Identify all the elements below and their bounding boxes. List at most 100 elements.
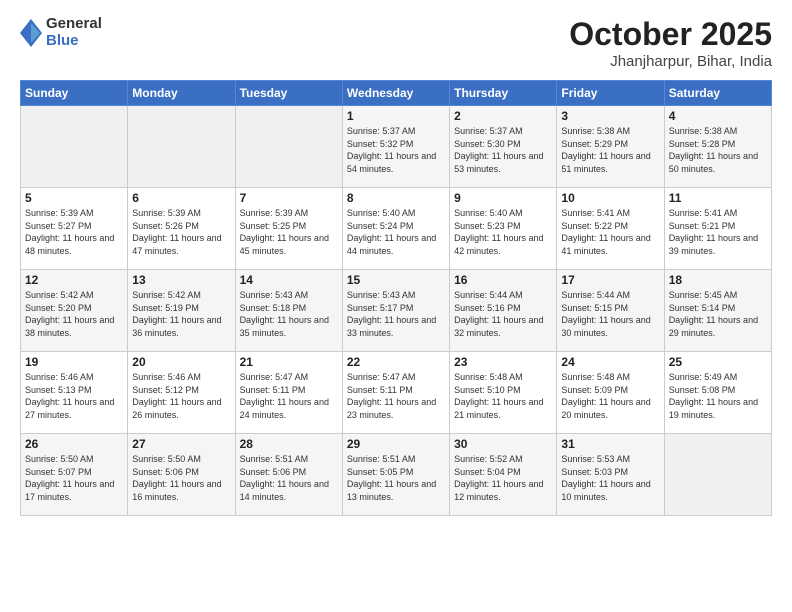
day-number: 16 <box>454 273 552 287</box>
day-info: Sunrise: 5:43 AM Sunset: 5:18 PM Dayligh… <box>240 289 338 339</box>
day-info: Sunrise: 5:46 AM Sunset: 5:12 PM Dayligh… <box>132 371 230 421</box>
header-thursday: Thursday <box>450 81 557 106</box>
calendar-cell: 30 Sunrise: 5:52 AM Sunset: 5:04 PM Dayli… <box>450 434 557 516</box>
day-info: Sunrise: 5:44 AM Sunset: 5:15 PM Dayligh… <box>561 289 659 339</box>
day-number: 1 <box>347 109 445 123</box>
calendar-cell: 29Sunrise: 5:51 AM Sunset: 5:05 PM Dayli… <box>342 434 449 516</box>
day-info: Sunrise: 5:53 AM Sunset: 5:03 PM Dayligh… <box>561 453 659 503</box>
day-info: Sunrise: 5:42 AM Sunset: 5:19 PM Dayligh… <box>132 289 230 339</box>
calendar-cell: 13 Sunrise: 5:42 AM Sunset: 5:19 PM Dayli… <box>128 270 235 352</box>
day-number: 27 <box>132 437 230 451</box>
calendar-cell: 15 Sunrise: 5:43 AM Sunset: 5:17 PM Dayli… <box>342 270 449 352</box>
day-info: Sunrise: 5:42 AM Sunset: 5:20 PM Dayligh… <box>25 289 123 339</box>
calendar-cell: 27 Sunrise: 5:50 AM Sunset: 5:06 PM Dayli… <box>128 434 235 516</box>
day-number: 12 <box>25 273 123 287</box>
day-info: Sunrise: 5:39 AM Sunset: 5:27 PM Dayligh… <box>25 207 123 257</box>
header-wednesday: Wednesday <box>342 81 449 106</box>
logo: General Blue <box>20 16 102 49</box>
day-number: 3 <box>561 109 659 123</box>
day-number: 6 <box>132 191 230 205</box>
header: General Blue October 2025 Jhanjharpur, B… <box>20 16 772 70</box>
weekday-header-row: Sunday Monday Tuesday Wednesday Thursday… <box>21 81 772 106</box>
page: General Blue October 2025 Jhanjharpur, B… <box>0 0 792 612</box>
day-number: 30 <box>454 437 552 451</box>
calendar-cell: 20Sunrise: 5:46 AM Sunset: 5:12 PM Dayli… <box>128 352 235 434</box>
calendar-subtitle: Jhanjharpur, Bihar, India <box>569 53 772 70</box>
day-info: Sunrise: 5:38 AM Sunset: 5:28 PM Dayligh… <box>669 125 767 175</box>
day-number: 22 <box>347 355 445 369</box>
day-number: 24 <box>561 355 659 369</box>
day-info: Sunrise: 5:44 AM Sunset: 5:16 PM Dayligh… <box>454 289 552 339</box>
day-info: Sunrise: 5:40 AM Sunset: 5:24 PM Dayligh… <box>347 207 445 257</box>
day-info: Sunrise: 5:37 AM Sunset: 5:30 PM Dayligh… <box>454 125 552 175</box>
day-info: Sunrise: 5:50 AM Sunset: 5:06 PM Dayligh… <box>132 453 230 503</box>
day-number: 2 <box>454 109 552 123</box>
day-info: Sunrise: 5:43 AM Sunset: 5:17 PM Dayligh… <box>347 289 445 339</box>
calendar-week-4: 19 Sunrise: 5:46 AM Sunset: 5:13 PM Dayli… <box>21 352 772 434</box>
calendar-cell: 17 Sunrise: 5:44 AM Sunset: 5:15 PM Dayli… <box>557 270 664 352</box>
day-info: Sunrise: 5:47 AM Sunset: 5:11 PM Dayligh… <box>347 371 445 421</box>
day-number: 15 <box>347 273 445 287</box>
calendar-cell <box>664 434 771 516</box>
header-saturday: Saturday <box>664 81 771 106</box>
day-info: Sunrise: 5:50 AM Sunset: 5:07 PM Dayligh… <box>25 453 123 503</box>
calendar-cell: 21Sunrise: 5:47 AM Sunset: 5:11 PM Dayli… <box>235 352 342 434</box>
day-info: Sunrise: 5:41 AM Sunset: 5:22 PM Dayligh… <box>561 207 659 257</box>
calendar-cell: 8Sunrise: 5:40 AM Sunset: 5:24 PM Daylig… <box>342 188 449 270</box>
day-info: Sunrise: 5:45 AM Sunset: 5:14 PM Dayligh… <box>669 289 767 339</box>
day-number: 9 <box>454 191 552 205</box>
calendar-cell: 6Sunrise: 5:39 AM Sunset: 5:26 PM Daylig… <box>128 188 235 270</box>
day-info: Sunrise: 5:52 AM Sunset: 5:04 PM Dayligh… <box>454 453 552 503</box>
day-info: Sunrise: 5:51 AM Sunset: 5:06 PM Dayligh… <box>240 453 338 503</box>
calendar-cell: 1 Sunrise: 5:37 AM Sunset: 5:32 PM Daylig… <box>342 106 449 188</box>
day-number: 7 <box>240 191 338 205</box>
calendar-cell: 7 Sunrise: 5:39 AM Sunset: 5:25 PM Daylig… <box>235 188 342 270</box>
day-number: 18 <box>669 273 767 287</box>
day-info: Sunrise: 5:49 AM Sunset: 5:08 PM Dayligh… <box>669 371 767 421</box>
calendar-cell: 4 Sunrise: 5:38 AM Sunset: 5:28 PM Daylig… <box>664 106 771 188</box>
calendar-cell: 16 Sunrise: 5:44 AM Sunset: 5:16 PM Dayli… <box>450 270 557 352</box>
header-tuesday: Tuesday <box>235 81 342 106</box>
calendar-cell <box>235 106 342 188</box>
day-number: 11 <box>669 191 767 205</box>
day-number: 31 <box>561 437 659 451</box>
day-number: 25 <box>669 355 767 369</box>
calendar-cell: 25 Sunrise: 5:49 AM Sunset: 5:08 PM Dayli… <box>664 352 771 434</box>
calendar-cell: 12 Sunrise: 5:42 AM Sunset: 5:20 PM Dayli… <box>21 270 128 352</box>
day-number: 4 <box>669 109 767 123</box>
day-number: 13 <box>132 273 230 287</box>
day-info: Sunrise: 5:51 AM Sunset: 5:05 PM Dayligh… <box>347 453 445 503</box>
day-info: Sunrise: 5:48 AM Sunset: 5:10 PM Dayligh… <box>454 371 552 421</box>
calendar-cell: 5Sunrise: 5:39 AM Sunset: 5:27 PM Daylig… <box>21 188 128 270</box>
calendar-week-3: 12 Sunrise: 5:42 AM Sunset: 5:20 PM Dayli… <box>21 270 772 352</box>
day-number: 10 <box>561 191 659 205</box>
day-number: 14 <box>240 273 338 287</box>
day-number: 21 <box>240 355 338 369</box>
day-number: 19 <box>25 355 123 369</box>
day-number: 28 <box>240 437 338 451</box>
calendar-cell: 31 Sunrise: 5:53 AM Sunset: 5:03 PM Dayli… <box>557 434 664 516</box>
day-info: Sunrise: 5:46 AM Sunset: 5:13 PM Dayligh… <box>25 371 123 421</box>
logo-icon <box>20 19 42 47</box>
day-info: Sunrise: 5:39 AM Sunset: 5:25 PM Dayligh… <box>240 207 338 257</box>
calendar-cell <box>128 106 235 188</box>
calendar-week-2: 5Sunrise: 5:39 AM Sunset: 5:27 PM Daylig… <box>21 188 772 270</box>
calendar-cell: 22 Sunrise: 5:47 AM Sunset: 5:11 PM Dayli… <box>342 352 449 434</box>
calendar-week-5: 26 Sunrise: 5:50 AM Sunset: 5:07 PM Dayli… <box>21 434 772 516</box>
logo-blue: Blue <box>46 33 102 50</box>
calendar-cell: 28 Sunrise: 5:51 AM Sunset: 5:06 PM Dayli… <box>235 434 342 516</box>
calendar-cell: 18 Sunrise: 5:45 AM Sunset: 5:14 PM Dayli… <box>664 270 771 352</box>
calendar-cell: 24Sunrise: 5:48 AM Sunset: 5:09 PM Dayli… <box>557 352 664 434</box>
calendar-cell: 3Sunrise: 5:38 AM Sunset: 5:29 PM Daylig… <box>557 106 664 188</box>
calendar-cell: 2 Sunrise: 5:37 AM Sunset: 5:30 PM Daylig… <box>450 106 557 188</box>
day-number: 17 <box>561 273 659 287</box>
day-number: 26 <box>25 437 123 451</box>
day-info: Sunrise: 5:37 AM Sunset: 5:32 PM Dayligh… <box>347 125 445 175</box>
calendar-cell: 19 Sunrise: 5:46 AM Sunset: 5:13 PM Dayli… <box>21 352 128 434</box>
calendar-cell: 14 Sunrise: 5:43 AM Sunset: 5:18 PM Dayli… <box>235 270 342 352</box>
day-info: Sunrise: 5:41 AM Sunset: 5:21 PM Dayligh… <box>669 207 767 257</box>
logo-general: General <box>46 16 102 33</box>
header-monday: Monday <box>128 81 235 106</box>
calendar-cell: 9Sunrise: 5:40 AM Sunset: 5:23 PM Daylig… <box>450 188 557 270</box>
calendar-cell: 10 Sunrise: 5:41 AM Sunset: 5:22 PM Dayli… <box>557 188 664 270</box>
